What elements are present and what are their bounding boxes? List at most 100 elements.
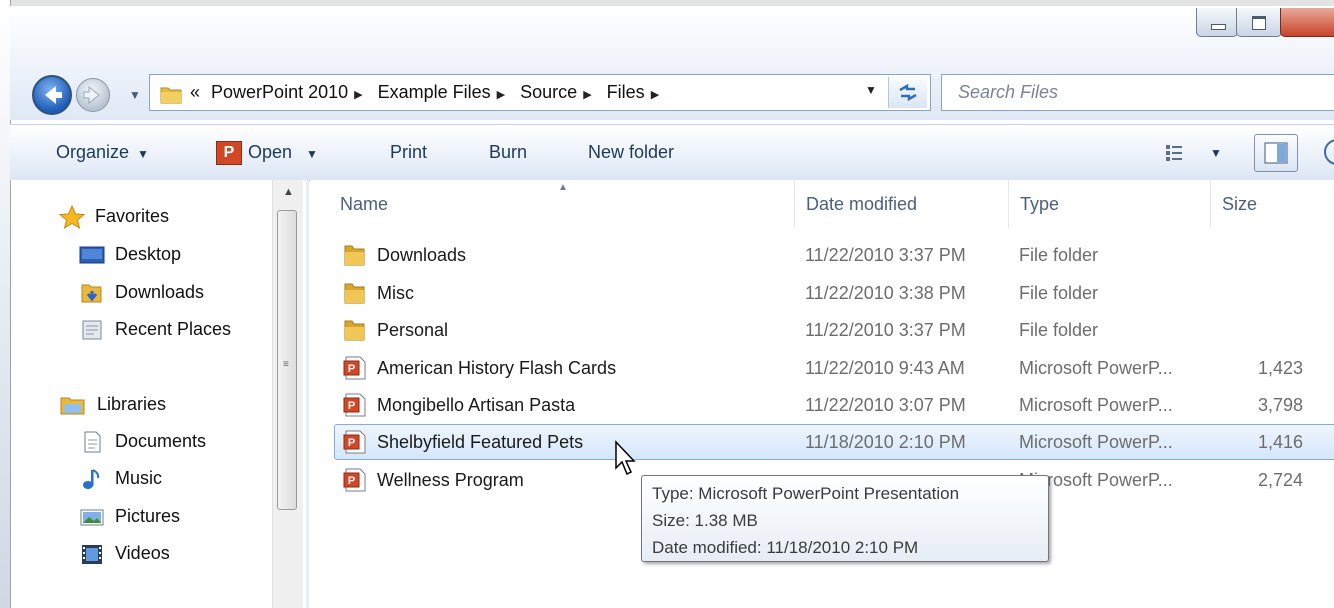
list-item-misc[interactable]: Misc 11/22/2010 3:38 PM File folder <box>334 275 1334 311</box>
list-item-shelbyfield-featured-pets[interactable]: P Shelbyfield Featured Pets 11/18/2010 2… <box>334 424 1334 460</box>
breadcrumb-separator-icon[interactable]: ▶ <box>583 89 591 101</box>
folder-icon <box>160 87 182 104</box>
scrollbar-thumb[interactable]: ≡ <box>277 210 297 510</box>
file-name: Downloads <box>377 245 467 265</box>
column-divider[interactable] <box>1008 180 1009 228</box>
refresh-button[interactable] <box>888 77 927 108</box>
sidebar-label: Favorites <box>95 206 170 226</box>
back-button[interactable] <box>32 75 72 115</box>
file-size: 1,416 <box>1258 432 1304 452</box>
forward-button[interactable] <box>76 78 110 112</box>
sidebar-item-favorites[interactable]: Favorites <box>59 200 169 232</box>
list-item-mongibello-artisan-pasta[interactable]: P Mongibello Artisan Pasta 11/22/2010 3:… <box>334 387 1334 423</box>
breadcrumb-separator-icon[interactable]: ▶ <box>354 89 362 101</box>
navigation-pane: Favorites Desktop Downloads Recent Place… <box>11 180 307 608</box>
breadcrumb-files[interactable]: Files <box>607 82 645 102</box>
file-date: 11/22/2010 3:37 PM <box>805 320 966 340</box>
minimize-button[interactable] <box>1196 8 1238 37</box>
new-folder-button[interactable]: New folder <box>588 125 674 180</box>
sidebar-item-desktop[interactable]: Desktop <box>79 238 181 270</box>
pictures-icon <box>80 509 104 526</box>
documents-icon <box>84 431 101 453</box>
breadcrumb-overflow[interactable]: « <box>190 82 200 102</box>
column-header-name[interactable]: Name <box>340 180 388 228</box>
sidebar-item-videos[interactable]: Videos <box>79 537 170 569</box>
list-item-personal[interactable]: Personal 11/22/2010 3:37 PM File folder <box>334 312 1334 348</box>
search-box[interactable]: Search Files <box>941 74 1334 111</box>
file-date: 11/22/2010 3:38 PM <box>805 283 966 303</box>
svg-text:P: P <box>348 475 355 487</box>
file-date: 11/22/2010 3:07 PM <box>805 395 966 415</box>
folder-icon <box>344 320 365 341</box>
folder-icon <box>344 245 365 266</box>
column-header-type[interactable]: Type <box>1020 180 1059 228</box>
tooltip-date: Date modified: 11/18/2010 2:10 PM <box>652 538 919 557</box>
downloads-folder-icon <box>81 284 102 303</box>
sidebar-item-pictures[interactable]: Pictures <box>79 500 180 532</box>
command-bar: Organize ▼ P Open ▼ Print Burn New folder ▼ <box>10 124 1334 181</box>
sort-ascending-icon: ▲ <box>558 182 568 193</box>
breadcrumb-separator-icon[interactable]: ▶ <box>651 89 659 101</box>
view-options-dropdown[interactable]: ▼ <box>1210 141 1222 165</box>
svg-text:P: P <box>348 363 355 375</box>
scroll-up-icon[interactable]: ▲ <box>283 186 294 198</box>
preview-pane-button[interactable] <box>1254 134 1298 172</box>
breadcrumb-example-files[interactable]: Example Files <box>378 82 491 102</box>
breadcrumb-powerpoint-2010[interactable]: PowerPoint 2010 <box>211 82 348 102</box>
list-item-downloads[interactable]: Downloads 11/22/2010 3:37 PM File folder <box>334 237 1334 273</box>
tooltip-type: Type: Microsoft PowerPoint Presentation <box>652 484 960 503</box>
file-size: 2,724 <box>1258 470 1304 490</box>
back-arrow-icon <box>45 86 62 104</box>
file-date: 11/18/2010 2:10 PM <box>805 432 966 452</box>
sidebar-item-music[interactable]: Music <box>79 462 162 494</box>
sidebar-item-recent-places[interactable]: Recent Places <box>79 313 231 345</box>
mouse-cursor-icon <box>615 440 636 476</box>
svg-text:P: P <box>348 437 355 449</box>
file-name: American History Flash Cards <box>377 358 617 378</box>
tooltip-size: Size: 1.38 MB <box>652 511 758 530</box>
file-name: Wellness Program <box>377 470 524 490</box>
sidebar-label: Music <box>115 468 163 488</box>
list-item-american-history-flash-cards[interactable]: P American History Flash Cards 11/22/201… <box>334 350 1334 386</box>
folder-icon <box>344 283 365 304</box>
breadcrumb-source[interactable]: Source <box>520 82 577 102</box>
sidebar-item-downloads[interactable]: Downloads <box>79 276 204 308</box>
file-type: Microsoft PowerP... <box>1019 432 1173 452</box>
open-button[interactable]: P Open ▼ <box>216 125 318 180</box>
help-icon[interactable] <box>1324 139 1334 165</box>
burn-button[interactable]: Burn <box>489 125 527 180</box>
organize-button[interactable]: Organize ▼ <box>56 125 149 180</box>
file-date: 11/22/2010 3:37 PM <box>805 245 966 265</box>
recent-pages-dropdown[interactable]: ▼ <box>129 88 141 102</box>
pane-splitter[interactable] <box>306 180 309 608</box>
maximize-button[interactable] <box>1236 8 1282 37</box>
breadcrumb-separator-icon[interactable]: ▶ <box>497 89 505 101</box>
file-info-tooltip: Type: Microsoft PowerPoint Presentation … <box>641 475 1049 562</box>
column-header-size[interactable]: Size <box>1222 180 1257 228</box>
print-button[interactable]: Print <box>390 125 427 180</box>
search-input[interactable]: Search Files <box>958 75 1058 110</box>
powerpoint-file-icon: P <box>343 468 366 492</box>
change-view-icon[interactable] <box>1164 142 1194 164</box>
close-button[interactable] <box>1280 8 1334 37</box>
powerpoint-file-icon: P <box>343 393 366 417</box>
file-name: Misc <box>377 283 414 303</box>
column-divider[interactable] <box>794 180 795 228</box>
address-bar[interactable]: « PowerPoint 2010 ▶ Example Files ▶ Source… <box>149 74 931 111</box>
column-divider[interactable] <box>1210 180 1211 228</box>
navigation-pane-scrollbar[interactable]: ▲ ≡ <box>272 180 303 608</box>
file-name: Mongibello Artisan Pasta <box>377 395 576 415</box>
powerpoint-icon: P <box>216 141 242 166</box>
organize-label: Organize <box>56 142 130 162</box>
chevron-down-icon[interactable]: ▼ <box>306 147 318 161</box>
sidebar-item-documents[interactable]: Documents <box>79 425 206 457</box>
sidebar-label: Recent Places <box>115 319 232 339</box>
refresh-icon <box>899 83 917 102</box>
address-history-dropdown[interactable]: ▼ <box>865 83 877 97</box>
sidebar-item-libraries[interactable]: Libraries <box>59 388 166 420</box>
column-header-date-modified[interactable]: Date modified <box>806 180 917 228</box>
open-label: Open <box>248 142 293 162</box>
file-type: File folder <box>1019 283 1099 303</box>
file-type: Microsoft PowerP... <box>1019 358 1173 378</box>
desktop-icon <box>79 246 105 264</box>
